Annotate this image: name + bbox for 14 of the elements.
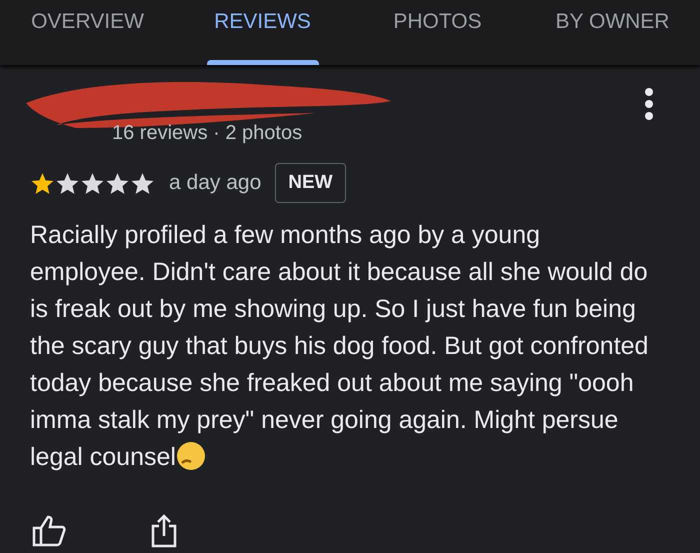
review-text: Racially profiled a few months ago by a young employee. Didn't care about it because all she would do is freak out by me showing up. So I just have fun being the scary guy that buys his dog food. But got confronted today because she freaked out about me saying "oooh imma stalk my prey" never going again. Might persue legal counsel [30, 220, 650, 473]
tab[interactable]: OVERVIEW [0, 0, 175, 65]
review-time: a day ago [169, 171, 262, 195]
star-icon [55, 170, 80, 196]
new-badge: NEW [275, 163, 346, 203]
tab[interactable]: BY OWNER [525, 0, 700, 65]
star-icon [130, 170, 155, 196]
thinking-emoji-icon [176, 441, 206, 471]
tab[interactable]: REVIEWS [175, 0, 350, 65]
tab[interactable]: PHOTOS [350, 0, 525, 65]
star-icon [30, 170, 55, 196]
reviewer-stats: 16 reviews · 2 photos [112, 122, 302, 145]
star-icon [105, 170, 130, 196]
star-icon [80, 170, 105, 196]
